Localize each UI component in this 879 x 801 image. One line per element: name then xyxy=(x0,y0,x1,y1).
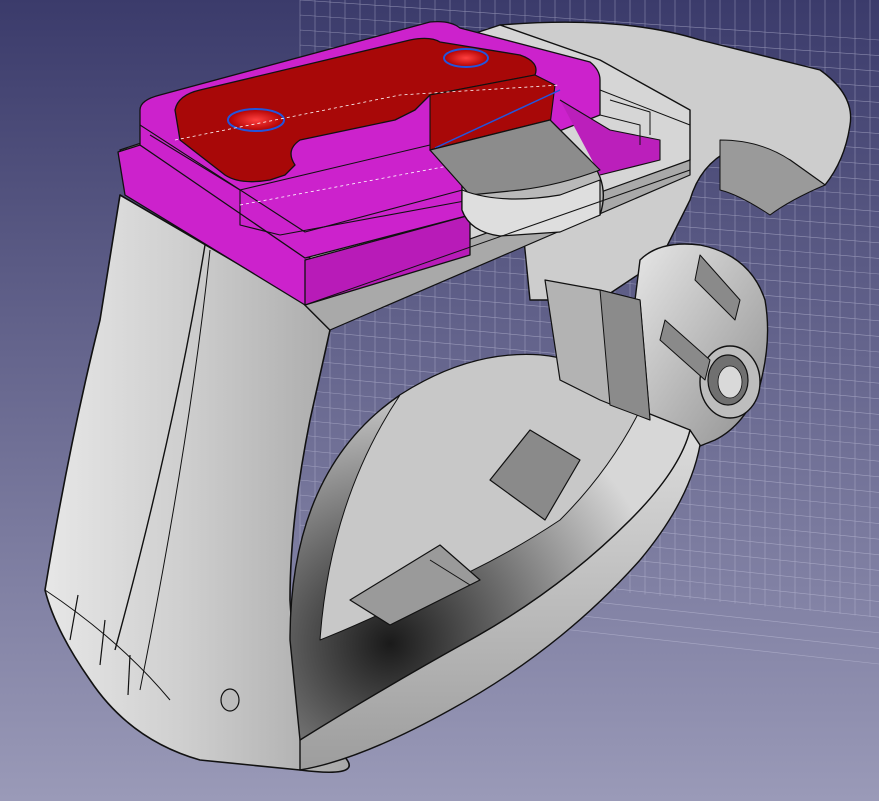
mount-hole[interactable] xyxy=(443,48,489,68)
pin-hole[interactable] xyxy=(220,688,240,712)
3d-viewport[interactable] xyxy=(0,0,879,801)
hinge-hole-inner xyxy=(717,365,743,399)
model-view[interactable] xyxy=(0,0,879,801)
